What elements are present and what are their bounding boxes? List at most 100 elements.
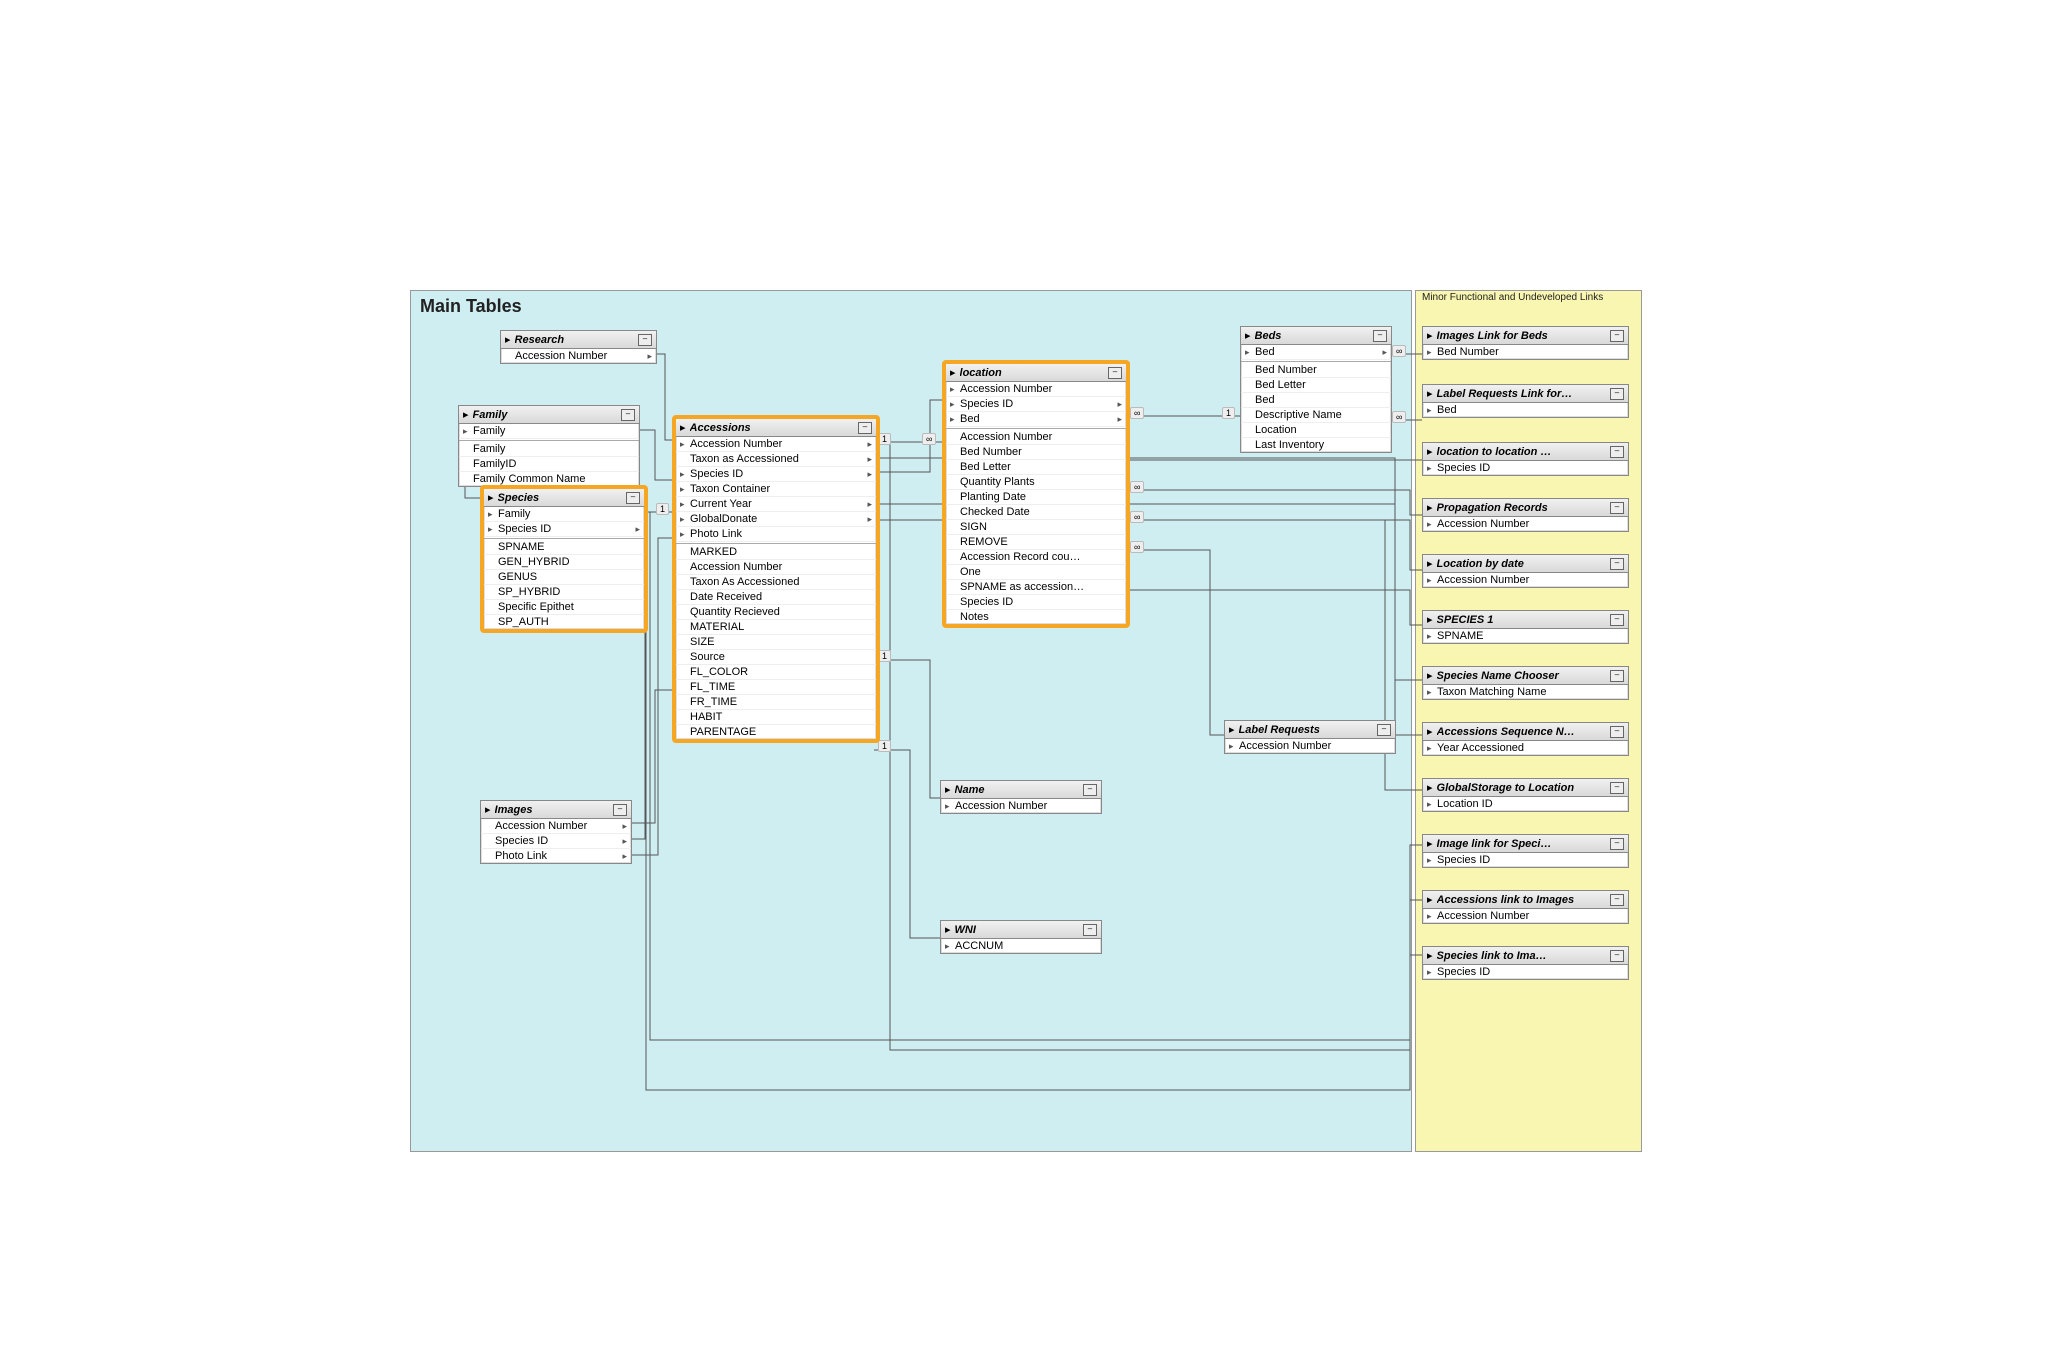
expand-icon[interactable]: ▸ [488,491,494,504]
field-row[interactable]: Accession Number [676,560,876,575]
collapse-icon[interactable]: – [1083,784,1097,796]
table-images-link-for-beds[interactable]: ▸Images Link for Beds– ▸Bed Number [1422,326,1629,360]
field-row[interactable]: ▸Family [459,424,639,439]
field-row[interactable]: PARENTAGE [676,725,876,739]
table-accessions-link-to-images[interactable]: ▸Accessions link to Images– ▸Accession N… [1422,890,1629,924]
field-row[interactable]: ▸Accession Number [1225,739,1395,753]
field-row[interactable]: Accession Number▸ [501,349,656,363]
field-row[interactable]: Photo Link▸ [481,849,631,863]
field-row[interactable]: ▸Species ID▸ [484,522,644,537]
field-row[interactable]: ▸Species ID▸ [676,467,876,482]
table-location-by-date[interactable]: ▸Location by date– ▸Accession Number [1422,554,1629,588]
field-row[interactable]: MARKED [676,545,876,560]
field-row[interactable]: ▸Taxon Container [676,482,876,497]
field-row[interactable]: ▸SPNAME [1423,629,1628,643]
table-header[interactable]: ▸Images Link for Beds– [1423,327,1628,345]
field-row[interactable]: Taxon As Accessioned [676,575,876,590]
table-species[interactable]: ▸ Species – ▸Family ▸Species ID▸ SPNAME … [480,485,648,633]
collapse-icon[interactable]: – [1373,330,1387,342]
field-row[interactable]: SIGN [946,520,1126,535]
expand-icon[interactable]: ▸ [945,783,951,796]
field-row[interactable]: Checked Date [946,505,1126,520]
field-row[interactable]: ▸Bed Number [1423,345,1628,359]
expand-icon[interactable]: ▸ [485,803,491,816]
field-row[interactable]: ▸Location ID [1423,797,1628,811]
field-row[interactable]: Bed Number [1241,363,1391,378]
field-row[interactable]: Quantity Plants [946,475,1126,490]
collapse-icon[interactable]: – [1108,367,1122,379]
table-header[interactable]: ▸ Images – [481,801,631,819]
field-row[interactable]: Descriptive Name [1241,408,1391,423]
field-row[interactable]: REMOVE [946,535,1126,550]
field-row[interactable]: One [946,565,1126,580]
table-header[interactable]: ▸ Label Requests – [1225,721,1395,739]
field-row[interactable]: Notes [946,610,1126,624]
field-row[interactable]: ▸GlobalDonate▸ [676,512,876,527]
field-row[interactable]: Location [1241,423,1391,438]
expand-icon[interactable]: ▸ [1245,329,1251,342]
table-header[interactable]: ▸Accessions Sequence N…– [1423,723,1628,741]
table-header[interactable]: ▸Location by date– [1423,555,1628,573]
field-row[interactable]: Family [459,442,639,457]
field-row[interactable]: ▸Species ID [1423,853,1628,867]
table-header[interactable]: ▸Label Requests Link for…– [1423,385,1628,403]
table-header[interactable]: ▸GlobalStorage to Location– [1423,779,1628,797]
field-row[interactable]: Accession Record cou… [946,550,1126,565]
table-accessions[interactable]: ▸ Accessions – ▸Accession Number▸ Taxon … [672,415,880,743]
field-row[interactable]: FL_COLOR [676,665,876,680]
field-row[interactable]: ▸Accession Number [1423,909,1628,923]
field-row[interactable]: Species ID▸ [481,834,631,849]
table-header[interactable]: ▸Accessions link to Images– [1423,891,1628,909]
table-header[interactable]: ▸Propagation Records– [1423,499,1628,517]
field-row[interactable]: ▸Species ID [1423,965,1628,979]
field-row[interactable]: Source [676,650,876,665]
field-row[interactable]: Specific Epithet [484,600,644,615]
table-header[interactable]: ▸SPECIES 1– [1423,611,1628,629]
field-row[interactable]: ▸Accession Number [1423,517,1628,531]
field-row[interactable]: GENUS [484,570,644,585]
field-row[interactable]: Bed [1241,393,1391,408]
table-header[interactable]: ▸ Family – [459,406,639,424]
expand-icon[interactable]: ▸ [1229,723,1235,736]
collapse-icon[interactable]: – [626,492,640,504]
field-row[interactable]: ▸Taxon Matching Name [1423,685,1628,699]
field-row[interactable]: SPNAME as accession… [946,580,1126,595]
field-row[interactable]: Planting Date [946,490,1126,505]
expand-icon[interactable]: ▸ [680,421,686,434]
field-row[interactable]: ▸Species ID [1423,461,1628,475]
field-row[interactable]: SIZE [676,635,876,650]
field-row[interactable]: FamilyID [459,457,639,472]
table-species-1[interactable]: ▸SPECIES 1– ▸SPNAME [1422,610,1629,644]
field-row[interactable]: MATERIAL [676,620,876,635]
collapse-icon[interactable]: – [613,804,627,816]
table-family[interactable]: ▸ Family – ▸Family Family FamilyID Famil… [458,405,640,487]
table-name[interactable]: ▸ Name – ▸Accession Number [940,780,1102,814]
field-row[interactable]: ▸Bed [1423,403,1628,417]
field-row[interactable]: Quantity Recieved [676,605,876,620]
table-header[interactable]: ▸Species Name Chooser– [1423,667,1628,685]
field-row[interactable]: Family Common Name [459,472,639,486]
collapse-icon[interactable]: – [858,422,872,434]
field-row[interactable]: Accession Number [946,430,1126,445]
table-species-link-to-images[interactable]: ▸Species link to Ima…– ▸Species ID [1422,946,1629,980]
table-wni[interactable]: ▸ WNI – ▸ACCNUM [940,920,1102,954]
field-row[interactable]: Bed Letter [946,460,1126,475]
collapse-icon[interactable]: – [638,334,652,346]
field-row[interactable]: SPNAME [484,540,644,555]
table-location-to-location[interactable]: ▸location to location …– ▸Species ID [1422,442,1629,476]
field-row[interactable]: HABIT [676,710,876,725]
field-row[interactable]: Species ID [946,595,1126,610]
table-research[interactable]: ▸ Research – Accession Number▸ [500,330,657,364]
table-header[interactable]: ▸ Research – [501,331,656,349]
table-header[interactable]: ▸ Beds – [1241,327,1391,345]
expand-icon[interactable]: ▸ [945,923,951,936]
field-row[interactable]: Taxon as Accessioned▸ [676,452,876,467]
table-location[interactable]: ▸ location – ▸Accession Number ▸Species … [942,360,1130,628]
table-images[interactable]: ▸ Images – Accession Number▸ Species ID▸… [480,800,632,864]
table-label-requests[interactable]: ▸ Label Requests – ▸Accession Number [1224,720,1396,754]
field-row[interactable]: Bed Letter [1241,378,1391,393]
table-header[interactable]: ▸ location – [946,364,1126,382]
field-row[interactable]: ▸Year Accessioned [1423,741,1628,755]
expand-icon[interactable]: ▸ [463,408,469,421]
table-species-name-chooser[interactable]: ▸Species Name Chooser– ▸Taxon Matching N… [1422,666,1629,700]
